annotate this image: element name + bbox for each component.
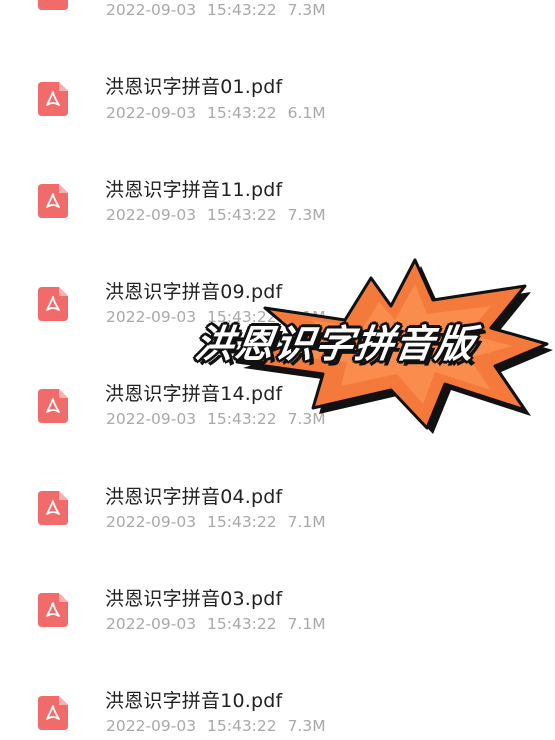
file-size: 7.3M — [287, 717, 326, 735]
pdf-file-icon — [38, 0, 68, 10]
file-meta: 2022-09-03 15:43:22 7.3M — [106, 1, 326, 19]
file-size: 7.3M — [287, 206, 326, 224]
file-row[interactable]: 洪恩识字拼音01.pdf 2022-09-03 15:43:22 6.1M — [0, 70, 555, 170]
file-row[interactable]: 洪恩识字拼音10.pdf 2022-09-03 15:43:22 7.3M — [0, 685, 555, 740]
file-date: 2022-09-03 15:43:22 — [106, 206, 277, 224]
file-size: 7.1M — [287, 513, 326, 531]
file-row[interactable]: 2022-09-03 15:43:22 7.3M — [0, 0, 555, 28]
file-name: 洪恩识字拼音11.pdf — [105, 179, 283, 201]
file-row[interactable]: 洪恩识字拼音04.pdf 2022-09-03 15:43:22 7.1M — [0, 481, 555, 581]
file-size: 7.3M — [287, 1, 326, 19]
pdf-file-icon — [38, 82, 68, 116]
file-meta: 2022-09-03 15:43:22 7.3M — [106, 206, 326, 224]
pdf-file-icon — [38, 593, 68, 627]
pdf-file-icon — [38, 389, 68, 423]
file-meta: 2022-09-03 15:43:22 7.1M — [106, 615, 326, 633]
pdf-file-icon — [38, 696, 68, 730]
file-name: 洪恩识字拼音03.pdf — [105, 588, 283, 610]
file-meta: 2022-09-03 15:43:22 6.1M — [106, 104, 326, 122]
file-name: 洪恩识字拼音10.pdf — [105, 690, 283, 712]
pdf-file-icon — [38, 491, 68, 525]
pdf-file-icon — [38, 184, 68, 218]
file-size: 6.1M — [287, 104, 326, 122]
file-date: 2022-09-03 15:43:22 — [106, 513, 277, 531]
file-date: 2022-09-03 15:43:22 — [106, 104, 277, 122]
file-date: 2022-09-03 15:43:22 — [106, 1, 277, 19]
file-name: 洪恩识字拼音04.pdf — [105, 486, 283, 508]
file-name: 洪恩识字拼音01.pdf — [105, 76, 283, 98]
file-date: 2022-09-03 15:43:22 — [106, 717, 277, 735]
file-meta: 2022-09-03 15:43:22 7.3M — [106, 717, 326, 735]
pdf-file-icon — [38, 287, 68, 321]
file-date: 2022-09-03 15:43:22 — [106, 615, 277, 633]
file-size: 7.1M — [287, 615, 326, 633]
promo-title: 洪恩识字拼音版 — [192, 322, 479, 366]
file-meta: 2022-09-03 15:43:22 7.1M — [106, 513, 326, 531]
file-row[interactable]: 洪恩识字拼音03.pdf 2022-09-03 15:43:22 7.1M — [0, 583, 555, 683]
